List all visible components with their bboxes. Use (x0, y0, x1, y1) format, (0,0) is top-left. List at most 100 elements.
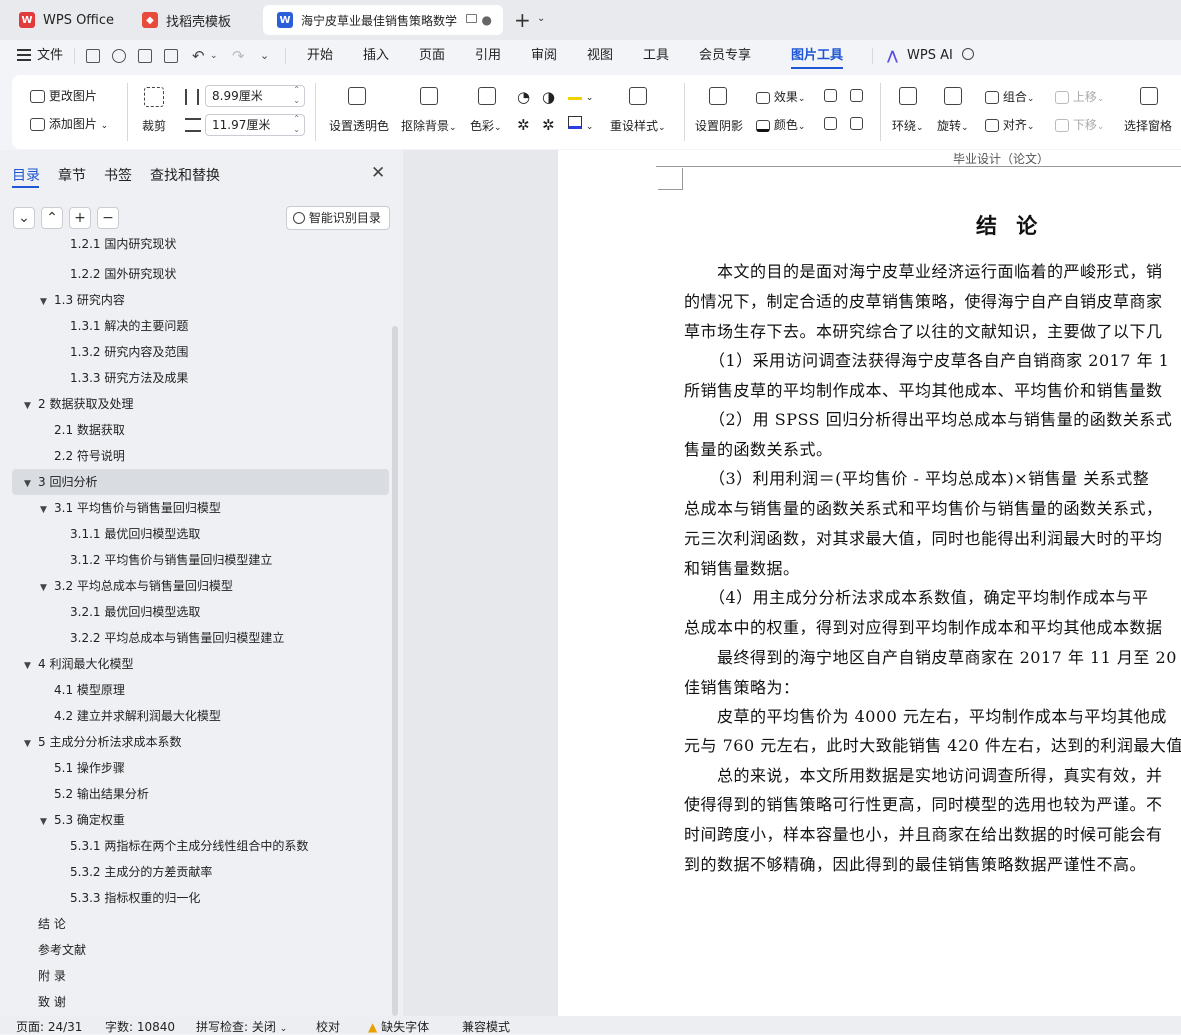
toc-item[interactable]: ▼ 4 利润最大化模型 (24, 651, 133, 677)
collapse-arrow-icon[interactable]: ▼ (24, 393, 38, 419)
move-down-button[interactable]: 下移⌄ (1055, 116, 1104, 133)
toc-item[interactable]: 1.2.1 国内研究现状 (70, 235, 176, 257)
toc-item[interactable]: 1.2.2 国外研究现状 (70, 261, 176, 287)
wrap-icon[interactable] (899, 87, 917, 105)
undo-icon[interactable]: ↶ (192, 47, 205, 65)
toc-item[interactable]: 致 谢 (38, 989, 66, 1015)
screen-icon[interactable] (466, 14, 477, 23)
brightness-up-icon[interactable]: ◔ (517, 88, 530, 106)
crop-button[interactable]: 裁剪 (142, 117, 166, 134)
brightness-down-icon[interactable]: ✲ (517, 116, 530, 134)
nav-scrollbar[interactable] (392, 326, 398, 1016)
tab-close-dot-icon[interactable]: ● (482, 13, 492, 27)
menu-home[interactable]: 开始 (307, 40, 333, 72)
selection-pane-button[interactable]: 选择窗格 (1124, 117, 1172, 134)
nav-tab-chapter[interactable]: 章节 (58, 165, 86, 185)
toc-item[interactable]: 3.1.1 最优回归模型选取 (70, 521, 200, 547)
page-count[interactable]: 页面: 24/31 (16, 1018, 82, 1035)
toc-item[interactable]: 1.3.2 研究内容及范围 (70, 339, 188, 365)
toc-item[interactable]: 5.3.1 两指标在两个主成分线性组合中的系数 (70, 833, 308, 859)
add-heading-icon[interactable]: + (69, 207, 91, 229)
expand-up-icon[interactable]: ⌃ (41, 207, 63, 229)
tab-list-chevron-icon[interactable]: ⌄ (537, 13, 545, 24)
menu-tools[interactable]: 工具 (643, 40, 669, 72)
tab-document[interactable]: W 海宁皮草业最佳销售策略数学 ● (263, 5, 503, 35)
set-transparent-icon[interactable] (348, 87, 366, 105)
nav-tab-find-replace[interactable]: 查找和替换 (150, 165, 220, 185)
align-button[interactable]: 对齐⌄ (985, 116, 1034, 133)
set-transparent-button[interactable]: 设置透明色 (329, 117, 389, 134)
print-icon[interactable] (138, 49, 152, 63)
save-icon[interactable] (86, 49, 100, 63)
crop-icon[interactable] (144, 87, 164, 107)
menu-wps-ai[interactable]: WPS AI (907, 40, 953, 72)
collapse-arrow-icon[interactable]: ▼ (40, 497, 54, 523)
collapse-arrow-icon[interactable]: ▼ (40, 809, 54, 835)
tab-template[interactable]: ◆ 找稻壳模板 (128, 5, 258, 35)
remove-bg-icon[interactable] (420, 87, 438, 105)
missing-font[interactable]: ▲ 缺失字体 (368, 1018, 429, 1035)
add-image-button[interactable]: 添加图片 ⌄ (30, 115, 108, 132)
toc-item[interactable]: 4.2 建立并求解利润最大化模型 (54, 703, 221, 729)
print-preview-icon[interactable] (164, 49, 178, 63)
menu-view[interactable]: 视图 (587, 40, 613, 72)
menu-insert[interactable]: 插入 (363, 40, 389, 72)
remove-heading-icon[interactable]: − (97, 207, 119, 229)
set-shadow-icon[interactable] (709, 87, 727, 105)
collapse-arrow-icon[interactable]: ▼ (24, 731, 38, 757)
group-button[interactable]: 组合⌄ (985, 88, 1034, 105)
more-chevron-icon[interactable]: ⌄ (260, 49, 269, 62)
menu-review[interactable]: 审阅 (531, 40, 557, 72)
close-pane-icon[interactable]: ✕ (371, 163, 385, 183)
toc-item[interactable]: 2.2 符号说明 (54, 443, 125, 469)
nav-tab-bookmark[interactable]: 书签 (104, 165, 132, 185)
redo-icon[interactable]: ↷ (232, 47, 245, 65)
toc-item[interactable]: ▼ 1.3 研究内容 (40, 287, 125, 313)
menu-picture-tools[interactable]: 图片工具 (791, 40, 844, 72)
wrap-button[interactable]: 环绕⌄ (892, 117, 924, 134)
toc-item[interactable]: 5.3.2 主成分的方差贡献率 (70, 859, 212, 885)
toc-item[interactable]: 1.3.1 解决的主要问题 (70, 313, 188, 339)
smart-toc-button[interactable]: 智能识别目录 (286, 206, 390, 230)
rotate-icon[interactable] (944, 87, 962, 105)
new-tab-plus-icon[interactable]: + (514, 8, 531, 32)
collapse-arrow-icon[interactable]: ▼ (40, 575, 54, 601)
collapse-arrow-icon[interactable]: ▼ (24, 471, 38, 497)
hamburger-icon[interactable] (17, 49, 31, 61)
toc-item-selected[interactable]: ▼ 3 回归分析 (12, 469, 389, 495)
highlight-color-icon[interactable]: ⌄ (568, 87, 593, 103)
remove-bg-button[interactable]: 抠除背景⌄ (401, 117, 457, 134)
collapse-arrow-icon[interactable]: ▼ (40, 289, 54, 315)
color-icon[interactable] (478, 87, 496, 105)
search-icon[interactable] (962, 48, 974, 60)
menu-page[interactable]: 页面 (419, 40, 445, 72)
toc-item[interactable]: 结 论 (38, 911, 66, 937)
width-input[interactable]: 8.99厘米 (205, 84, 305, 107)
effect-button[interactable]: 效果⌄ (756, 88, 805, 105)
nav-tab-toc[interactable]: 目录 (12, 165, 40, 185)
word-count[interactable]: 字数: 10840 (105, 1018, 175, 1035)
toc-item[interactable]: 5.3.3 指标权重的归一化 (70, 885, 200, 911)
share-icon[interactable] (112, 49, 126, 63)
toc-item[interactable]: 5.2 输出结果分析 (54, 781, 149, 807)
change-image-button[interactable]: 更改图片 (30, 87, 97, 104)
document-page[interactable]: 毕业设计（论文） 结 论 本文的目的是面对海宁皮草业经济运行面临着的严峻形式，销… (558, 150, 1181, 1016)
menu-member[interactable]: 会员专享 (699, 40, 751, 72)
contrast-up-icon[interactable]: ◑ (542, 88, 555, 106)
toc-item[interactable]: 3.1.2 平均售价与销售量回归模型建立 (70, 547, 272, 573)
toc-item[interactable]: ▼ 3.1 平均售价与销售量回归模型 (40, 495, 221, 521)
rotate-button[interactable]: 旋转⌄ (937, 117, 969, 134)
menu-file[interactable]: 文件 (37, 40, 63, 72)
proofread[interactable]: 校对 (316, 1018, 340, 1035)
toc-item[interactable]: ▼ 2 数据获取及处理 (24, 391, 133, 417)
toc-item[interactable]: ▼ 5.3 确定权重 (40, 807, 125, 833)
set-shadow-button[interactable]: 设置阴影 (695, 117, 743, 134)
toc-item[interactable]: 附 录 (38, 963, 66, 989)
align-bottom-icon[interactable] (850, 116, 863, 130)
toc-item[interactable]: 2.1 数据获取 (54, 417, 125, 443)
toc-item[interactable]: 5.1 操作步骤 (54, 755, 125, 781)
reset-style-icon[interactable] (629, 87, 647, 105)
bring-forward-icon[interactable] (824, 88, 837, 102)
tab-wps-office[interactable]: W WPS Office (5, 5, 123, 35)
toc-item[interactable]: 4.1 模型原理 (54, 677, 125, 703)
